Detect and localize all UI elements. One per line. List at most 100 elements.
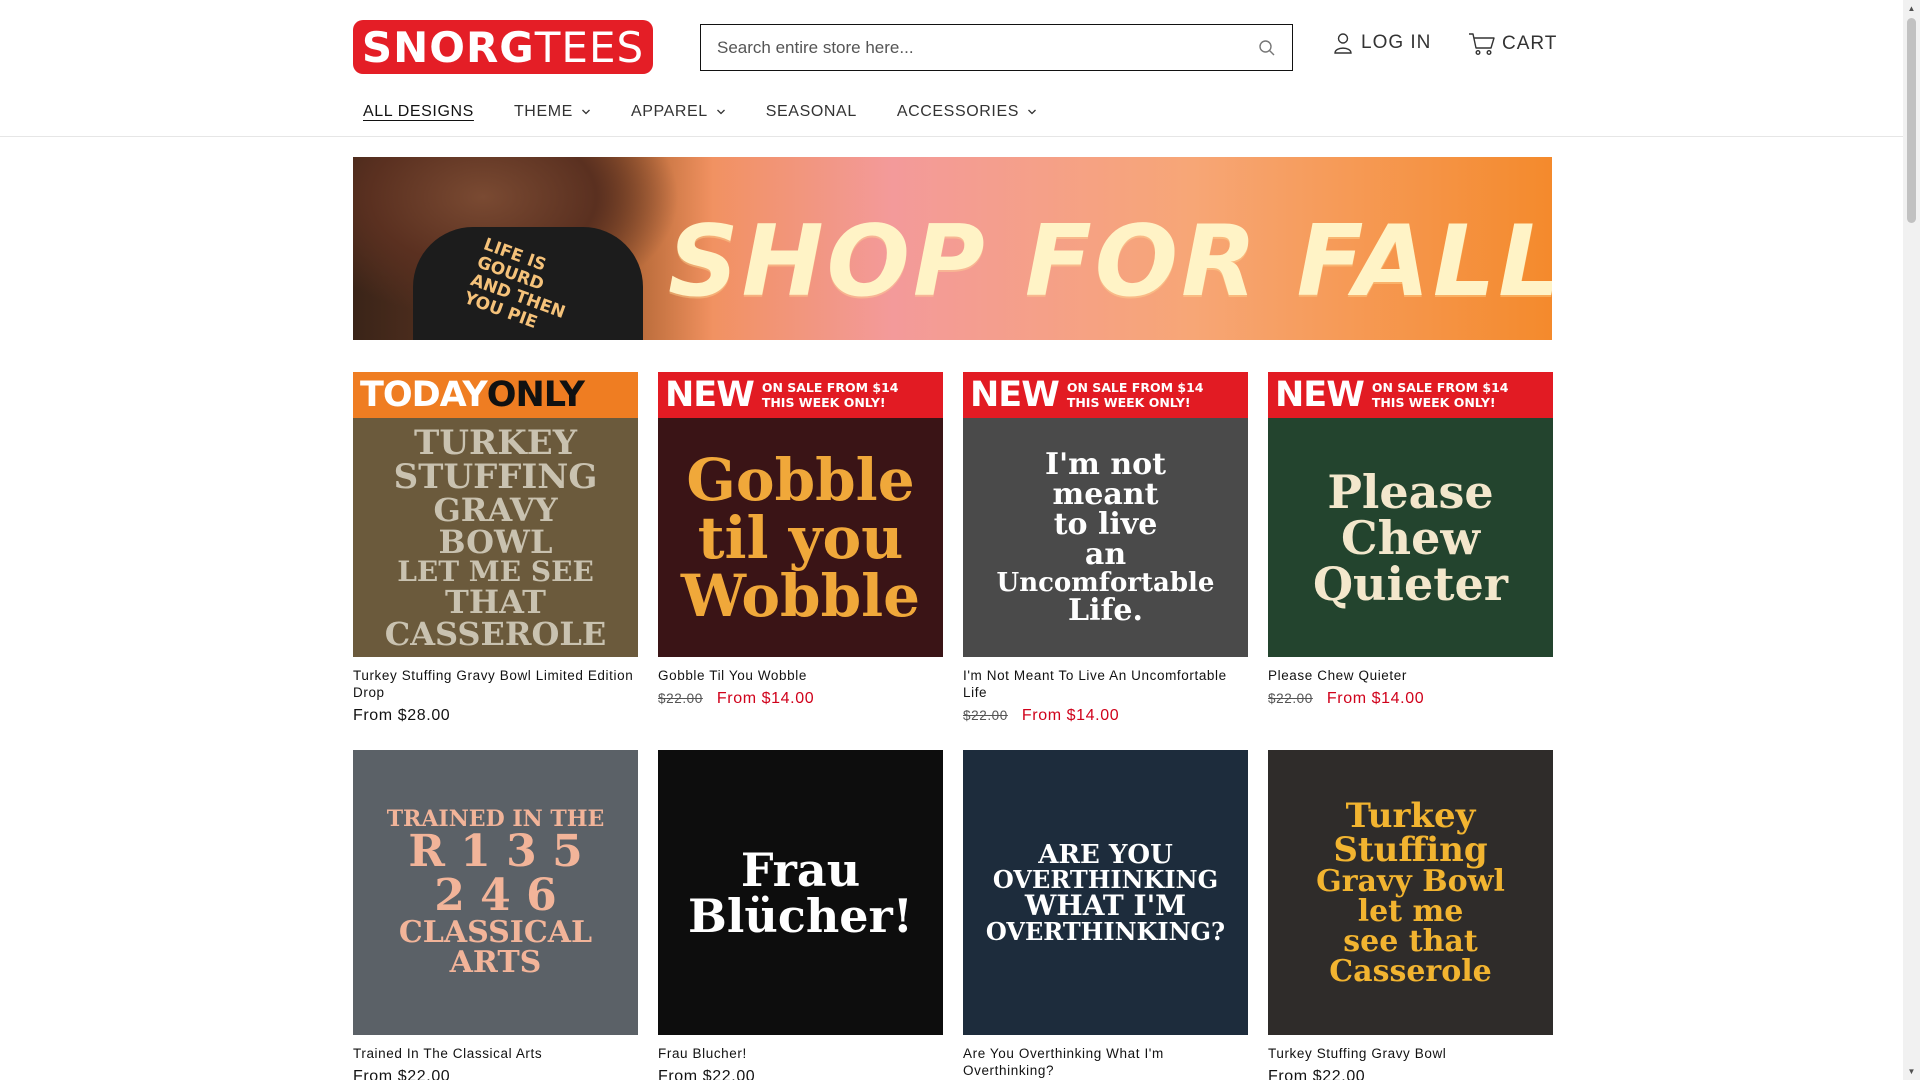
login-label: LOG IN [1361, 32, 1432, 53]
product-art-text: Quieter [1312, 556, 1508, 611]
scroll-down-arrow-icon[interactable]: ▼ [1903, 1063, 1920, 1080]
ribbon-today-text: TODAY [360, 375, 488, 415]
login-link[interactable]: LOG IN [1333, 32, 1431, 54]
product-art-text: Life. [1068, 592, 1143, 628]
product-price: From $22.00 [353, 1068, 451, 1080]
product-title[interactable]: I'm Not Meant To Live An Uncomfortable L… [963, 667, 1248, 701]
search-icon[interactable] [1258, 39, 1276, 57]
chevron-down-icon [1028, 109, 1036, 115]
nav-label: ACCESSORIES [896, 103, 1020, 120]
nav-item-all-designs[interactable]: ALL DESIGNS [363, 103, 474, 121]
product-art-text: Turkey [1345, 795, 1476, 836]
nav-label: APPAREL [630, 103, 708, 120]
product-art-text: Gravy Bowl [1316, 863, 1505, 899]
product-art-text: R 1 3 5 [408, 825, 583, 877]
shop-for-fall-banner[interactable]: LIFE IS GOURD AND THEN YOU PIE SHOP FOR … [353, 157, 1552, 340]
original-price: $22.00 [1268, 691, 1313, 706]
product-price: From $22.00 [658, 1068, 756, 1080]
product-card[interactable]: NEW ON SALE FROM $14 THIS WEEK ONLY! Please… [1268, 372, 1553, 750]
product-art-text: Stuffing [1333, 829, 1488, 870]
ribbon-sale-text: ON SALE FROM $14 THIS WEEK ONLY! [1066, 380, 1204, 410]
product-card[interactable]: Turkey Stuffing Gravy Bowl let me see that Ca… [1268, 750, 1553, 1080]
price-row: From $22.00 [658, 1068, 943, 1080]
product-art-text: ARE YOU [1038, 839, 1173, 870]
sale-price: From $14.00 [1326, 690, 1425, 707]
product-image[interactable]: Turkey Stuffing Gravy Bowl let me see that Ca… [1268, 750, 1553, 1035]
product-title[interactable]: Gobble Til You Wobble [658, 667, 943, 684]
chevron-down-icon [581, 109, 590, 115]
ribbon-only-text: ONLY [486, 375, 585, 415]
new-sale-ribbon: NEW ON SALE FROM $14 THIS WEEK ONLY! [963, 372, 1248, 418]
product-art: Please Chew Quieter [1268, 418, 1553, 657]
snorgtees-logo[interactable]: SNORG TEES [353, 20, 653, 74]
price-row: From $22.00 [353, 1068, 638, 1080]
nav-item-accessories[interactable]: ACCESSORIES [897, 103, 1037, 121]
nav-item-apparel[interactable]: APPAREL [631, 103, 726, 121]
product-image[interactable]: NEW ON SALE FROM $14 THIS WEEK ONLY! I'm no… [963, 372, 1248, 657]
product-image[interactable]: Frau Blücher! [658, 750, 943, 1035]
product-art-text: 2 4 6 [434, 869, 557, 921]
product-art-text: Please [1327, 464, 1494, 519]
product-art-text: CASSEROLE [384, 614, 607, 653]
user-icon [1334, 33, 1352, 54]
product-art-text: Uncomfortable [996, 567, 1215, 598]
product-image[interactable]: NEW ON SALE FROM $14 THIS WEEK ONLY! Please… [1268, 372, 1553, 657]
product-art: TRAINED IN THE R 1 3 52 4 6 CLASSICAL ARTS [353, 750, 638, 1035]
new-sale-ribbon: NEW ON SALE FROM $14 THIS WEEK ONLY! [1268, 372, 1553, 418]
product-art-text: an [1084, 536, 1127, 572]
product-image[interactable]: TRAINED IN THE R 1 3 52 4 6 CLASSICAL ARTS [353, 750, 638, 1035]
product-art-text: to live [1053, 506, 1158, 542]
cart-link[interactable]: CART [1468, 32, 1557, 56]
search-input[interactable] [717, 37, 1258, 58]
product-art-text: Casserole [1329, 953, 1492, 989]
product-card[interactable]: TODAY ONLY TURKEY STUFFING GRAVY BOWL LET ME S… [353, 372, 638, 750]
product-card[interactable]: TRAINED IN THE R 1 3 52 4 6 CLASSICAL ARTS T… [353, 750, 638, 1080]
original-price: $22.00 [658, 691, 703, 706]
product-art-text: GRAVY [433, 490, 558, 529]
product-card[interactable]: NEW ON SALE FROM $14 THIS WEEK ONLY! I'm no… [963, 372, 1248, 750]
product-art-text: Chew [1341, 510, 1480, 565]
nav-item-theme[interactable]: THEME [514, 103, 591, 121]
product-card[interactable]: Frau Blücher! Frau Blucher! From $22.00 [658, 750, 943, 1080]
product-title[interactable]: Frau Blucher! [658, 1045, 943, 1062]
product-price: From $22.00 [1268, 1068, 1366, 1080]
cart-label: CART [1502, 33, 1558, 54]
scroll-up-arrow-icon[interactable]: ▲ [1903, 0, 1920, 17]
sale-price: From $14.00 [716, 690, 815, 707]
product-title[interactable]: Turkey Stuffing Gravy Bowl Limited Editi… [353, 667, 638, 701]
product-art-text: see that [1343, 923, 1478, 959]
product-price: From $28.00 [353, 707, 451, 724]
ribbon-new-text: NEW [665, 375, 755, 415]
product-art-text: OVERTHINKING? [985, 916, 1226, 946]
main-nav: ALL DESIGNS THEME APPAREL SEASONAL ACCES… [353, 103, 1077, 121]
product-title[interactable]: Trained In The Classical Arts [353, 1045, 638, 1062]
scrollbar[interactable]: ▲ ▼ [1903, 0, 1920, 1080]
nav-item-seasonal[interactable]: SEASONAL [766, 103, 857, 121]
product-title[interactable]: Turkey Stuffing Gravy Bowl [1268, 1045, 1553, 1062]
product-art-text: meant [1052, 476, 1159, 512]
product-card[interactable]: NEW ON SALE FROM $14 THIS WEEK ONLY! Gobble… [658, 372, 943, 750]
product-image[interactable]: NEW ON SALE FROM $14 THIS WEEK ONLY! Gobble… [658, 372, 943, 657]
product-art: Turkey Stuffing Gravy Bowl let me see that Ca… [1268, 750, 1553, 1035]
price-row: From $28.00 [353, 707, 638, 725]
product-title[interactable]: Are You Overthinking What I'm Overthinki… [963, 1045, 1248, 1079]
logo-text-snorg: SNORG [361, 22, 535, 72]
product-art: Gobble til you Wobble [658, 418, 943, 657]
scroll-thumb[interactable] [1907, 18, 1916, 223]
product-art: TURKEY STUFFING GRAVY BOWL LET ME SEE THAT CAS… [353, 418, 638, 657]
product-art-text: Gobble [686, 445, 915, 514]
ribbon-sale-text: ON SALE FROM $14 THIS WEEK ONLY! [761, 380, 899, 410]
today-only-ribbon: TODAY ONLY [353, 372, 638, 418]
product-title[interactable]: Please Chew Quieter [1268, 667, 1553, 684]
product-art-text: Blücher! [688, 888, 913, 943]
banner-title: SHOP FOR FALL [668, 205, 1552, 319]
ribbon-sale-text: ON SALE FROM $14 THIS WEEK ONLY! [1371, 380, 1509, 410]
logo-text-tees: TEES [534, 22, 645, 72]
product-card[interactable]: ARE YOU OVERTHINKING WHAT I'M OVERTHINKING?… [963, 750, 1248, 1080]
product-art-text: LET ME SEE [397, 554, 594, 588]
product-art-text: I'm not [1044, 446, 1167, 482]
nav-label: THEME [513, 103, 573, 120]
product-art-text: OVERTHINKING [992, 864, 1219, 894]
product-image[interactable]: TODAY ONLY TURKEY STUFFING GRAVY BOWL LET ME S… [353, 372, 638, 657]
product-image[interactable]: ARE YOU OVERTHINKING WHAT I'M OVERTHINKING? [963, 750, 1248, 1035]
